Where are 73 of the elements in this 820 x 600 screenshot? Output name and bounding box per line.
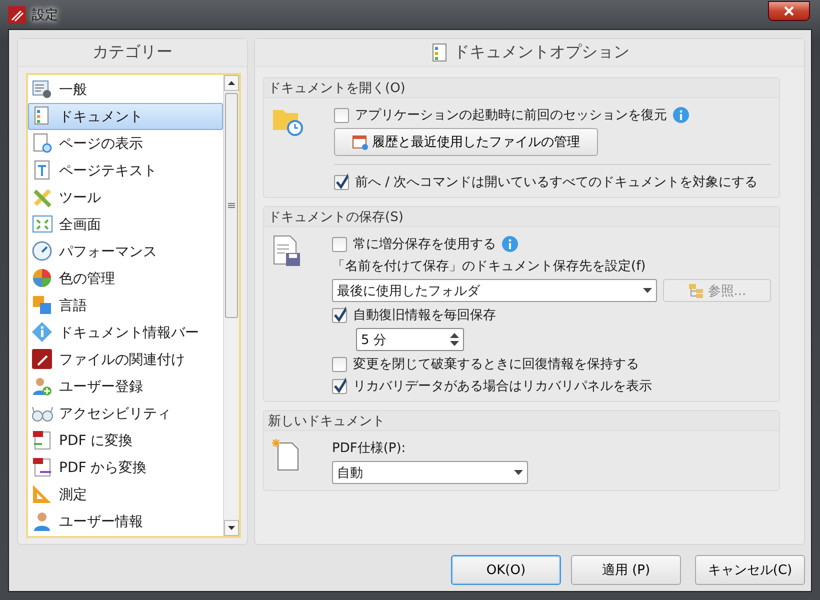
panel-title: カテゴリー bbox=[92, 42, 172, 63]
check-mark-icon bbox=[333, 376, 346, 392]
gauge-icon bbox=[32, 241, 53, 262]
category-item[interactable]: ページテキスト bbox=[28, 157, 223, 184]
checkbox-label: 前へ / 次へコマンドは開いているすべてのドキュメントを対象にする bbox=[355, 174, 758, 191]
dropdown[interactable]: 自動 bbox=[332, 461, 528, 484]
user-add-icon bbox=[32, 376, 53, 397]
grip-icon bbox=[228, 203, 235, 208]
dialog-button[interactable]: キャンセル(C) bbox=[695, 555, 805, 585]
color-wheel-icon bbox=[32, 268, 53, 289]
settings-document-icon bbox=[32, 79, 53, 100]
checkbox[interactable] bbox=[334, 108, 349, 122]
category-item[interactable]: PDF から変換 bbox=[28, 454, 223, 481]
dialog-button[interactable]: 適用 (P) bbox=[571, 555, 681, 585]
info-icon bbox=[673, 107, 689, 123]
caret-icon bbox=[643, 288, 652, 293]
document-list-icon bbox=[430, 42, 448, 62]
group-title: ドキュメントの保存(S) bbox=[268, 208, 404, 226]
checkbox[interactable] bbox=[332, 236, 347, 252]
field-label: 「名前を付けて保存」のドキュメント保存先を設定(f) bbox=[332, 258, 646, 275]
fullscreen-icon bbox=[32, 214, 53, 235]
group-title: 新しいドキュメント bbox=[268, 412, 385, 430]
user-icon bbox=[32, 511, 53, 532]
checkbox-label: アプリケーションの起動時に前回のセッションを復元 bbox=[355, 107, 667, 124]
info-diamond-icon bbox=[32, 322, 53, 343]
checkbox[interactable] bbox=[332, 378, 347, 394]
page-magnifier-icon bbox=[32, 133, 53, 154]
category-item[interactable]: ページの表示 bbox=[28, 130, 223, 157]
checkbox-label: リカバリデータがある場合はリカバリパネルを表示 bbox=[353, 378, 652, 395]
category-item[interactable]: ファイルの関連付け bbox=[28, 346, 223, 373]
triangle-ruler-icon bbox=[32, 484, 53, 505]
group-title: ドキュメントを開く(O) bbox=[268, 80, 406, 96]
window-title: 設定 bbox=[32, 6, 58, 24]
category-item[interactable]: PDF に変換 bbox=[28, 427, 223, 454]
info-icon bbox=[502, 236, 518, 252]
scroll-thumb[interactable] bbox=[225, 93, 238, 318]
dropdown[interactable]: 最後に使用したフォルダ bbox=[332, 279, 657, 302]
category-item[interactable]: 一般 bbox=[28, 76, 223, 103]
scroll-up-icon bbox=[228, 81, 235, 85]
field-label: PDF仕様(P): bbox=[332, 440, 406, 457]
manage-history-button[interactable]: 履歴と最近使用したファイルの管理 bbox=[334, 128, 598, 156]
panel-title: ドキュメントオプション bbox=[454, 42, 630, 63]
checkbox-label: 常に増分保存を使用する bbox=[353, 236, 496, 253]
close-icon bbox=[784, 6, 794, 16]
check-mark-icon bbox=[335, 172, 348, 188]
category-item[interactable]: 言語 bbox=[28, 292, 223, 319]
calendar-gear-icon bbox=[352, 134, 368, 150]
minutes-spinner[interactable]: 5 分 bbox=[356, 328, 464, 351]
category-item[interactable]: 測定 bbox=[28, 481, 223, 508]
category-item[interactable]: パフォーマンス bbox=[28, 238, 223, 265]
category-item[interactable]: ユーザー情報 bbox=[28, 508, 223, 535]
scroll-down-icon bbox=[228, 526, 235, 530]
app-logo-icon bbox=[8, 6, 26, 24]
category-item[interactable]: 全画面 bbox=[28, 211, 223, 238]
spinner-arrows-icon bbox=[450, 333, 459, 346]
checkbox[interactable] bbox=[334, 174, 349, 190]
category-item[interactable]: 色の管理 bbox=[28, 265, 223, 292]
category-item[interactable]: ドキュメント bbox=[28, 103, 223, 130]
check-mark-icon bbox=[333, 306, 346, 322]
folder-tree-icon bbox=[688, 282, 704, 298]
close-button[interactable] bbox=[768, 0, 810, 20]
category-item[interactable]: ドキュメント情報バー bbox=[28, 319, 223, 346]
category-item[interactable]: ツール bbox=[28, 184, 223, 211]
checkbox-label: 自動復旧情報を毎回保存 bbox=[353, 307, 496, 324]
checkbox[interactable] bbox=[332, 308, 347, 322]
category-item[interactable]: アクセシビリティ bbox=[28, 400, 223, 427]
checkbox-label: 変更を閉じて破棄するときに回復情報を保持する bbox=[353, 356, 639, 373]
scrollbar[interactable] bbox=[223, 75, 239, 536]
category-item[interactable]: ユーザー登録 bbox=[28, 373, 223, 400]
document-save-icon bbox=[272, 235, 302, 267]
checkbox[interactable] bbox=[332, 356, 347, 372]
caret-icon bbox=[514, 470, 523, 475]
dialog-button[interactable]: OK(O) bbox=[451, 555, 561, 585]
